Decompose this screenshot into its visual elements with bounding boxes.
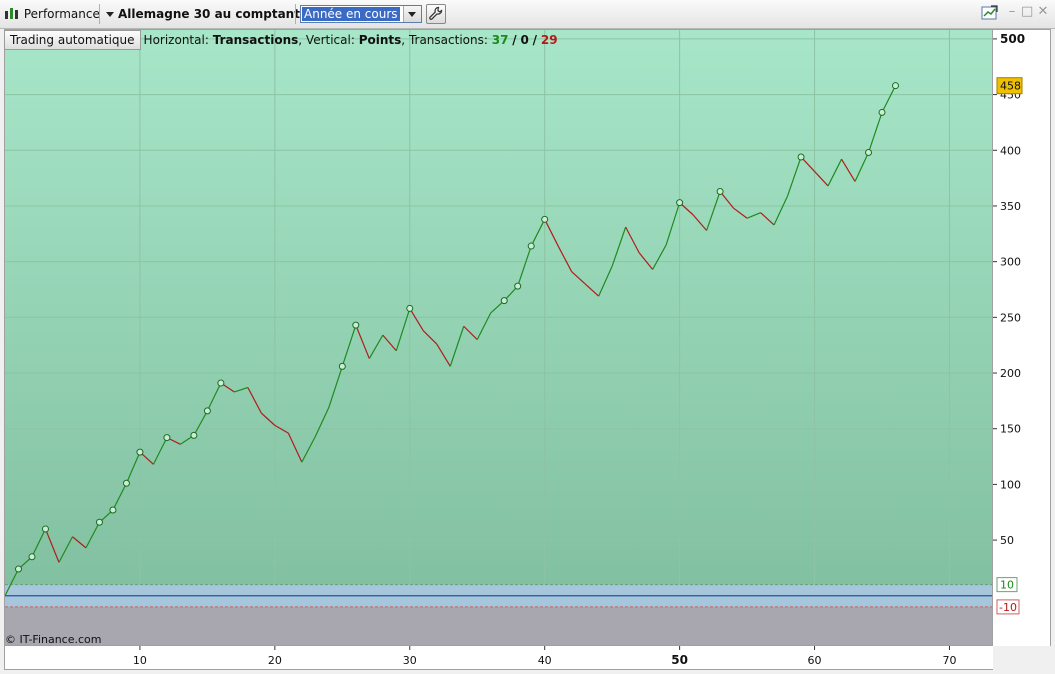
x-axis: 10 20 30 40 50 60 70 [4,646,993,670]
legend-separator: , [401,33,406,47]
legend-vertical-value: Points [358,33,402,47]
x-tick-label: 20 [268,654,282,667]
wrench-icon [429,6,443,20]
legend-slash: / [512,33,517,47]
period-selected-value: Année en cours [302,7,400,21]
x-tick-label: 60 [808,654,822,667]
x-tick-label: 50 [671,653,688,667]
y-tick-label: 350 [1000,200,1021,213]
copyright-text: © IT-Finance.com [5,633,102,646]
x-tick-label: 30 [403,654,417,667]
lower-band-label: -10 [999,601,1017,614]
chart-legend: Trading automatique Horizontal: Transacti… [4,30,558,50]
y-tick-label: 200 [1000,367,1021,380]
equity-marker [352,321,360,329]
refresh-chart-svg [981,5,998,20]
equity-marker [190,431,198,439]
y-axis: 50 100 150 200 250 300 350 400 450 500 458 10 -10 [993,29,1051,646]
equity-marker [878,108,886,116]
chevron-down-icon [106,12,114,17]
upper-band-label: 10 [1000,579,1014,592]
legend-vertical-label: Vertical: [305,33,355,47]
y-tick-label: 400 [1000,144,1021,157]
legend-text: Horizontal: Transactions, Vertical: Poin… [144,30,558,50]
x-tick-label: 10 [133,654,147,667]
equity-marker [797,153,805,161]
y-tick-label: 250 [1000,311,1021,324]
close-icon[interactable]: ✕ [1037,5,1049,18]
equity-marker [203,407,211,415]
equity-marker [676,199,684,207]
equity-marker [865,149,873,157]
legend-transactions-label: Transactions: [408,33,488,47]
toolbar: Performance Allemagne 30 au comptant (-)… [0,0,1055,29]
chart-plot-area [4,29,993,646]
legend-slash: / [532,33,538,47]
legend-neutral: 0 [520,33,529,47]
legend-wins: 37 [491,33,509,47]
bar-chart-icon [5,8,18,19]
legend-horizontal-value: Transactions [212,33,299,47]
equity-marker [892,82,900,90]
equity-marker [14,565,22,573]
equity-marker [163,434,171,442]
current-value-label: 458 [1000,80,1021,93]
equity-marker [95,518,103,526]
x-axis-svg: 10 20 30 40 50 60 70 [133,646,956,667]
equity-marker [541,215,549,223]
legend-horizontal-label: Horizontal: [143,33,209,47]
period-select[interactable]: Année en cours [300,5,422,23]
negative-zone [5,606,992,645]
x-tick-label: 40 [538,654,552,667]
toolbar-separator [99,4,100,24]
equity-marker [500,297,508,305]
maximize-icon[interactable]: □ [1021,5,1033,18]
equity-marker [136,448,144,456]
equity-marker [122,479,130,487]
equity-marker [514,282,522,290]
equity-marker [338,362,346,370]
performance-label: Performance [23,7,100,21]
equity-marker [41,525,49,533]
x-tick-label: 70 [942,654,956,667]
auto-trading-button[interactable]: Trading automatique [4,30,141,50]
plot-background [5,30,992,645]
minimize-icon[interactable]: – [1006,5,1018,18]
y-tick-label: 500 [1000,32,1025,46]
performance-tab[interactable]: Performance [4,5,100,23]
equity-marker [716,187,724,195]
legend-losses: 29 [540,33,558,47]
settings-button[interactable] [426,4,446,24]
legend-separator: , [298,33,303,47]
y-axis-svg: 5010015020025030035040045050045810-10 [993,32,1025,615]
y-tick-label: 50 [1000,534,1014,547]
equity-marker [406,304,414,312]
instrument-selector[interactable]: Allemagne 30 au comptant (-) [106,5,320,23]
equity-marker [28,553,36,561]
refresh-chart-icon[interactable] [981,4,999,22]
y-tick-label: 100 [1000,478,1021,491]
equity-marker [109,506,117,514]
equity-marker [527,242,535,250]
equity-chart [5,30,992,645]
equity-marker [217,379,225,387]
toolbar-separator [295,4,296,24]
y-tick-label: 150 [1000,423,1021,436]
instrument-label: Allemagne 30 au comptant (-) [118,7,321,21]
period-select-arrow[interactable] [403,6,421,22]
y-tick-label: 300 [1000,256,1021,269]
